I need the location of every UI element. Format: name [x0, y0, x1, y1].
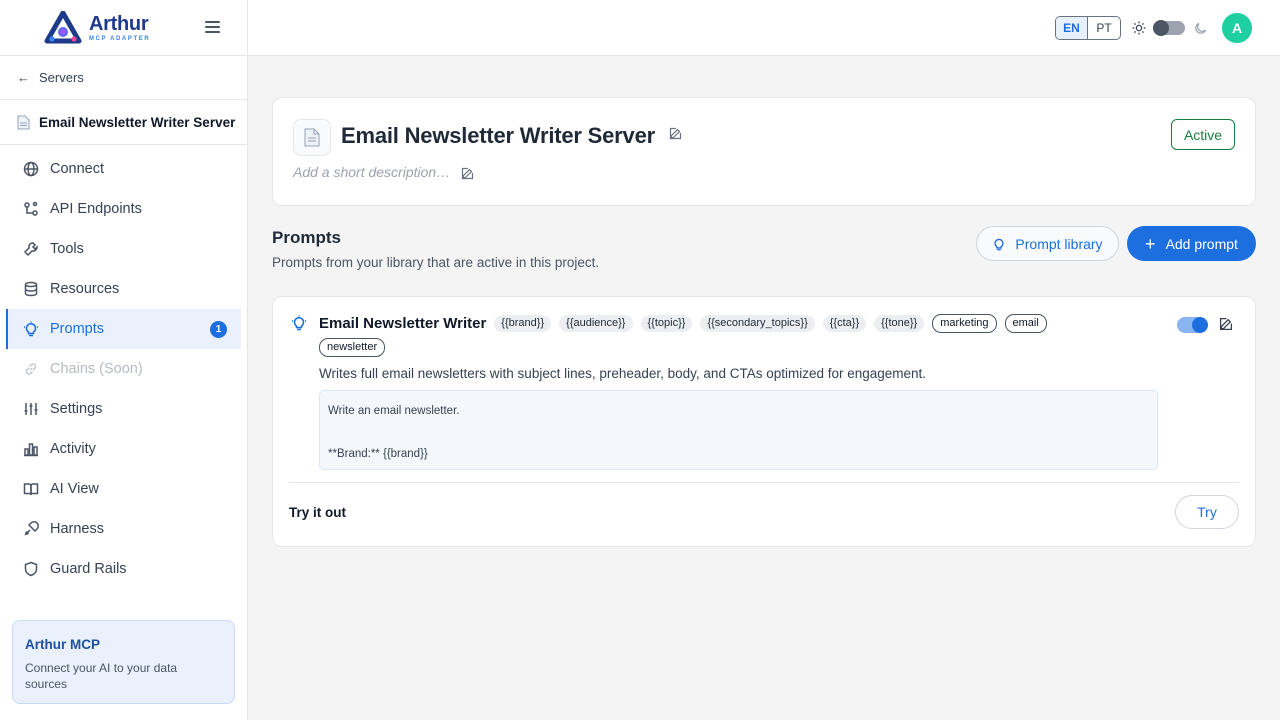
lightbulb-icon [291, 315, 307, 331]
sidebar-nav: Connect API Endpoints Tools Resources Pr… [0, 145, 247, 589]
lightbulb-icon [994, 238, 1004, 250]
section-title: Prompts [272, 228, 341, 247]
variable-chip: {{secondary_topics}} [700, 315, 815, 332]
lightbulb-icon [23, 321, 39, 337]
sidebar-item-label: Chains (Soon) [50, 361, 143, 377]
variable-chip: {{audience}} [559, 315, 633, 332]
sidebar-item-label: Tools [50, 241, 84, 257]
sidebar-item-prompts[interactable]: Prompts 1 [6, 309, 241, 349]
plus-icon: + [1145, 233, 1156, 254]
hamburger-menu-icon[interactable] [205, 21, 220, 34]
sidebar-item-label: Guard Rails [50, 561, 127, 577]
sidebar-item-label: API Endpoints [50, 201, 142, 217]
sidebar-item-label: Connect [50, 161, 105, 177]
sidebar-item-ai-view[interactable]: AI View [0, 469, 241, 509]
variable-chip: {{cta}} [822, 315, 867, 332]
preview-line: **Brand:** {{brand}} [328, 448, 428, 460]
sidebar: Arthur MCP ADAPTER ← Servers Email Newsl… [0, 0, 248, 720]
description-placeholder[interactable]: Add a short description… [293, 164, 450, 180]
arrow-left-icon: ← [17, 70, 30, 85]
sun-icon [1132, 21, 1146, 35]
harness-icon [23, 521, 39, 537]
shield-icon [23, 561, 39, 577]
current-server: Email Newsletter Writer Server [0, 100, 247, 145]
prompts-count-badge: 1 [210, 320, 227, 338]
section-subtitle: Prompts from your library that are activ… [272, 255, 600, 270]
toggle-knob [1192, 317, 1208, 333]
tag-chip: marketing [932, 314, 997, 333]
promo-card: Arthur MCP Connect your AI to your data … [12, 620, 235, 704]
prompt-name: Email Newsletter Writer [319, 315, 487, 332]
top-header: EN PT A [248, 0, 1280, 56]
sidebar-item-harness[interactable]: Harness [0, 509, 241, 549]
sidebar-item-activity[interactable]: Activity [0, 429, 241, 469]
book-icon [23, 481, 39, 497]
arthur-logo-icon [44, 10, 82, 43]
sidebar-item-chains: Chains (Soon) [0, 349, 241, 389]
prompt-library-label: Prompt library [1015, 235, 1103, 252]
variable-chip: {{topic}} [640, 315, 693, 332]
theme-toggle-knob [1153, 20, 1169, 36]
add-prompt-label: Add prompt [1165, 235, 1238, 252]
sidebar-item-label: Prompts [50, 321, 104, 337]
user-avatar[interactable]: A [1222, 13, 1252, 43]
sidebar-item-label: AI View [50, 481, 99, 497]
sidebar-item-tools[interactable]: Tools [0, 229, 241, 269]
sidebar-item-settings[interactable]: Settings [0, 389, 241, 429]
logo-subtitle: MCP ADAPTER [89, 35, 151, 42]
theme-toggle[interactable] [1153, 20, 1185, 36]
status-badge: Active [1171, 119, 1235, 150]
sidebar-item-label: Harness [50, 521, 104, 537]
promo-title: Arthur MCP [25, 637, 100, 652]
promo-text: Connect your AI to your data sources [25, 661, 178, 691]
database-icon [23, 281, 39, 297]
prompt-preview: Write an email newsletter. **Brand:** {{… [319, 390, 1158, 470]
sidebar-item-api-endpoints[interactable]: API Endpoints [0, 189, 241, 229]
preview-line: Write an email newsletter. [328, 405, 460, 417]
logo-text: Arthur MCP ADAPTER [89, 14, 150, 42]
sidebar-item-connect[interactable]: Connect [0, 149, 241, 189]
prompt-description: Writes full email newsletters with subje… [319, 366, 927, 381]
page-title: Email Newsletter Writer Server [341, 123, 655, 148]
sidebar-item-label: Activity [50, 441, 96, 457]
add-prompt-button[interactable]: + Add prompt [1127, 226, 1256, 261]
language-switch: EN PT [1055, 16, 1121, 40]
try-button[interactable]: Try [1175, 495, 1239, 529]
tag-chip: email [1004, 314, 1047, 333]
prompt-library-button[interactable]: Prompt library [976, 226, 1119, 261]
back-label: Servers [39, 70, 84, 85]
edit-title-icon[interactable] [669, 127, 682, 140]
divider [289, 482, 1239, 483]
prompt-card: Email Newsletter Writer {{brand}} {{audi… [272, 296, 1256, 547]
api-icon [23, 201, 39, 217]
variable-chip: {{tone}} [874, 315, 925, 332]
sliders-icon [23, 401, 39, 417]
server-name: Email Newsletter Writer Server [39, 114, 236, 130]
back-to-servers-link[interactable]: ← Servers [0, 56, 247, 100]
language-en-button[interactable]: EN [1056, 17, 1088, 39]
logo-title: Arthur [89, 12, 149, 35]
link-icon [23, 361, 39, 377]
try-it-out-label: Try it out [289, 505, 346, 520]
sidebar-item-label: Settings [50, 401, 103, 417]
edit-description-icon[interactable] [461, 167, 474, 180]
bar-chart-icon [23, 441, 39, 457]
server-title-card: Email Newsletter Writer Server Add a sho… [272, 97, 1256, 206]
moon-icon [1195, 22, 1207, 34]
edit-prompt-icon[interactable] [1219, 317, 1233, 331]
variable-chip: {{brand}} [494, 315, 552, 332]
tag-chip: newsletter [319, 338, 386, 357]
sidebar-item-guard-rails[interactable]: Guard Rails [0, 549, 241, 589]
globe-icon [23, 161, 39, 177]
document-icon [293, 119, 331, 156]
document-icon [17, 115, 30, 129]
sidebar-item-resources[interactable]: Resources [0, 269, 241, 309]
prompt-enabled-toggle[interactable] [1177, 317, 1208, 333]
prompt-header: Email Newsletter Writer {{brand}} {{audi… [319, 314, 1109, 357]
sidebar-item-label: Resources [50, 281, 120, 297]
language-pt-button[interactable]: PT [1088, 17, 1120, 39]
wrench-icon [23, 241, 39, 257]
logo-bar: Arthur MCP ADAPTER [0, 0, 247, 56]
